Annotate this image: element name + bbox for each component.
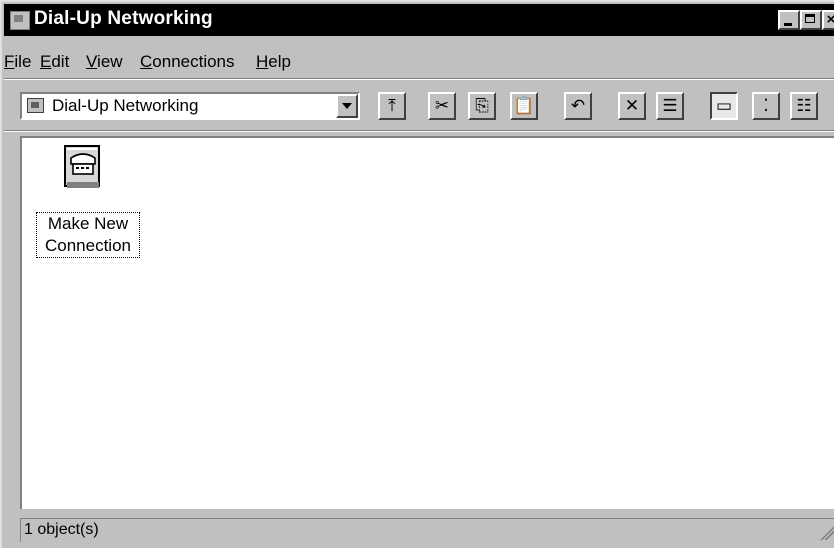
delete-button[interactable]: ✕ [618,92,646,120]
menu-connections[interactable]: Connections [140,52,235,72]
dial-up-networking-window: Dial-Up Networking × File Edit View Conn… [0,0,834,548]
delete-icon: ✕ [624,96,640,115]
copy-icon: ⎘ [475,96,489,115]
toolbar-separator [4,130,834,132]
list-icon: ☷ [796,96,812,115]
menu-help[interactable]: Help [256,52,291,72]
address-combobox[interactable]: Dial-Up Networking [20,92,360,120]
menu-view[interactable]: View [86,52,123,72]
menu-edit[interactable]: Edit [40,52,69,72]
dropdown-arrow-icon[interactable] [336,94,358,118]
menu-bar: File Edit View Connections Help [4,50,834,74]
up-one-level-button[interactable]: ⤒ [378,92,406,120]
copy-button[interactable]: ⎘ [468,92,496,120]
folder-content-area[interactable]: Make New Connection [20,136,834,509]
dial-up-folder-icon[interactable] [10,11,30,30]
maximize-button[interactable] [800,10,822,30]
status-bar: 1 object(s) [20,516,834,546]
large-icons-button[interactable]: ▭ [710,92,738,120]
cut-button[interactable]: ✂ [428,92,456,120]
title-bar[interactable]: Dial-Up Networking × [4,4,834,36]
address-value: Dial-Up Networking [52,96,199,115]
up-folder-icon: ⤒ [388,96,396,115]
status-pane: 1 object(s) [20,518,834,542]
resize-grip-icon[interactable] [820,526,834,540]
undo-button[interactable]: ↶ [564,92,592,120]
window-title: Dial-Up Networking [34,8,213,29]
dial-up-folder-icon [27,98,44,113]
close-button[interactable]: × [822,10,834,30]
status-text: 1 object(s) [24,521,99,538]
small-icons-button[interactable]: ⁚ [752,92,780,120]
list-item-label: Make New Connection [36,212,140,258]
toolbar: Dial-Up Networking ⤒ ✂ ⎘ 📋 ↶ ✕ ☰ ▭ ⁚ ☷ [4,86,834,128]
paste-button[interactable]: 📋 [510,92,538,120]
menu-separator [4,78,834,80]
paste-icon: 📋 [513,96,535,115]
properties-button[interactable]: ☰ [656,92,684,120]
make-new-connection-icon[interactable] [62,144,104,190]
minimize-button[interactable] [778,10,800,30]
list-view-button[interactable]: ☷ [790,92,818,120]
cut-icon: ✂ [434,96,450,115]
menu-file[interactable]: File [4,52,31,72]
large-icons-icon: ▭ [715,96,733,115]
small-icons-icon: ⁚ [763,96,769,115]
undo-icon: ↶ [570,96,586,115]
properties-icon: ☰ [662,96,678,115]
